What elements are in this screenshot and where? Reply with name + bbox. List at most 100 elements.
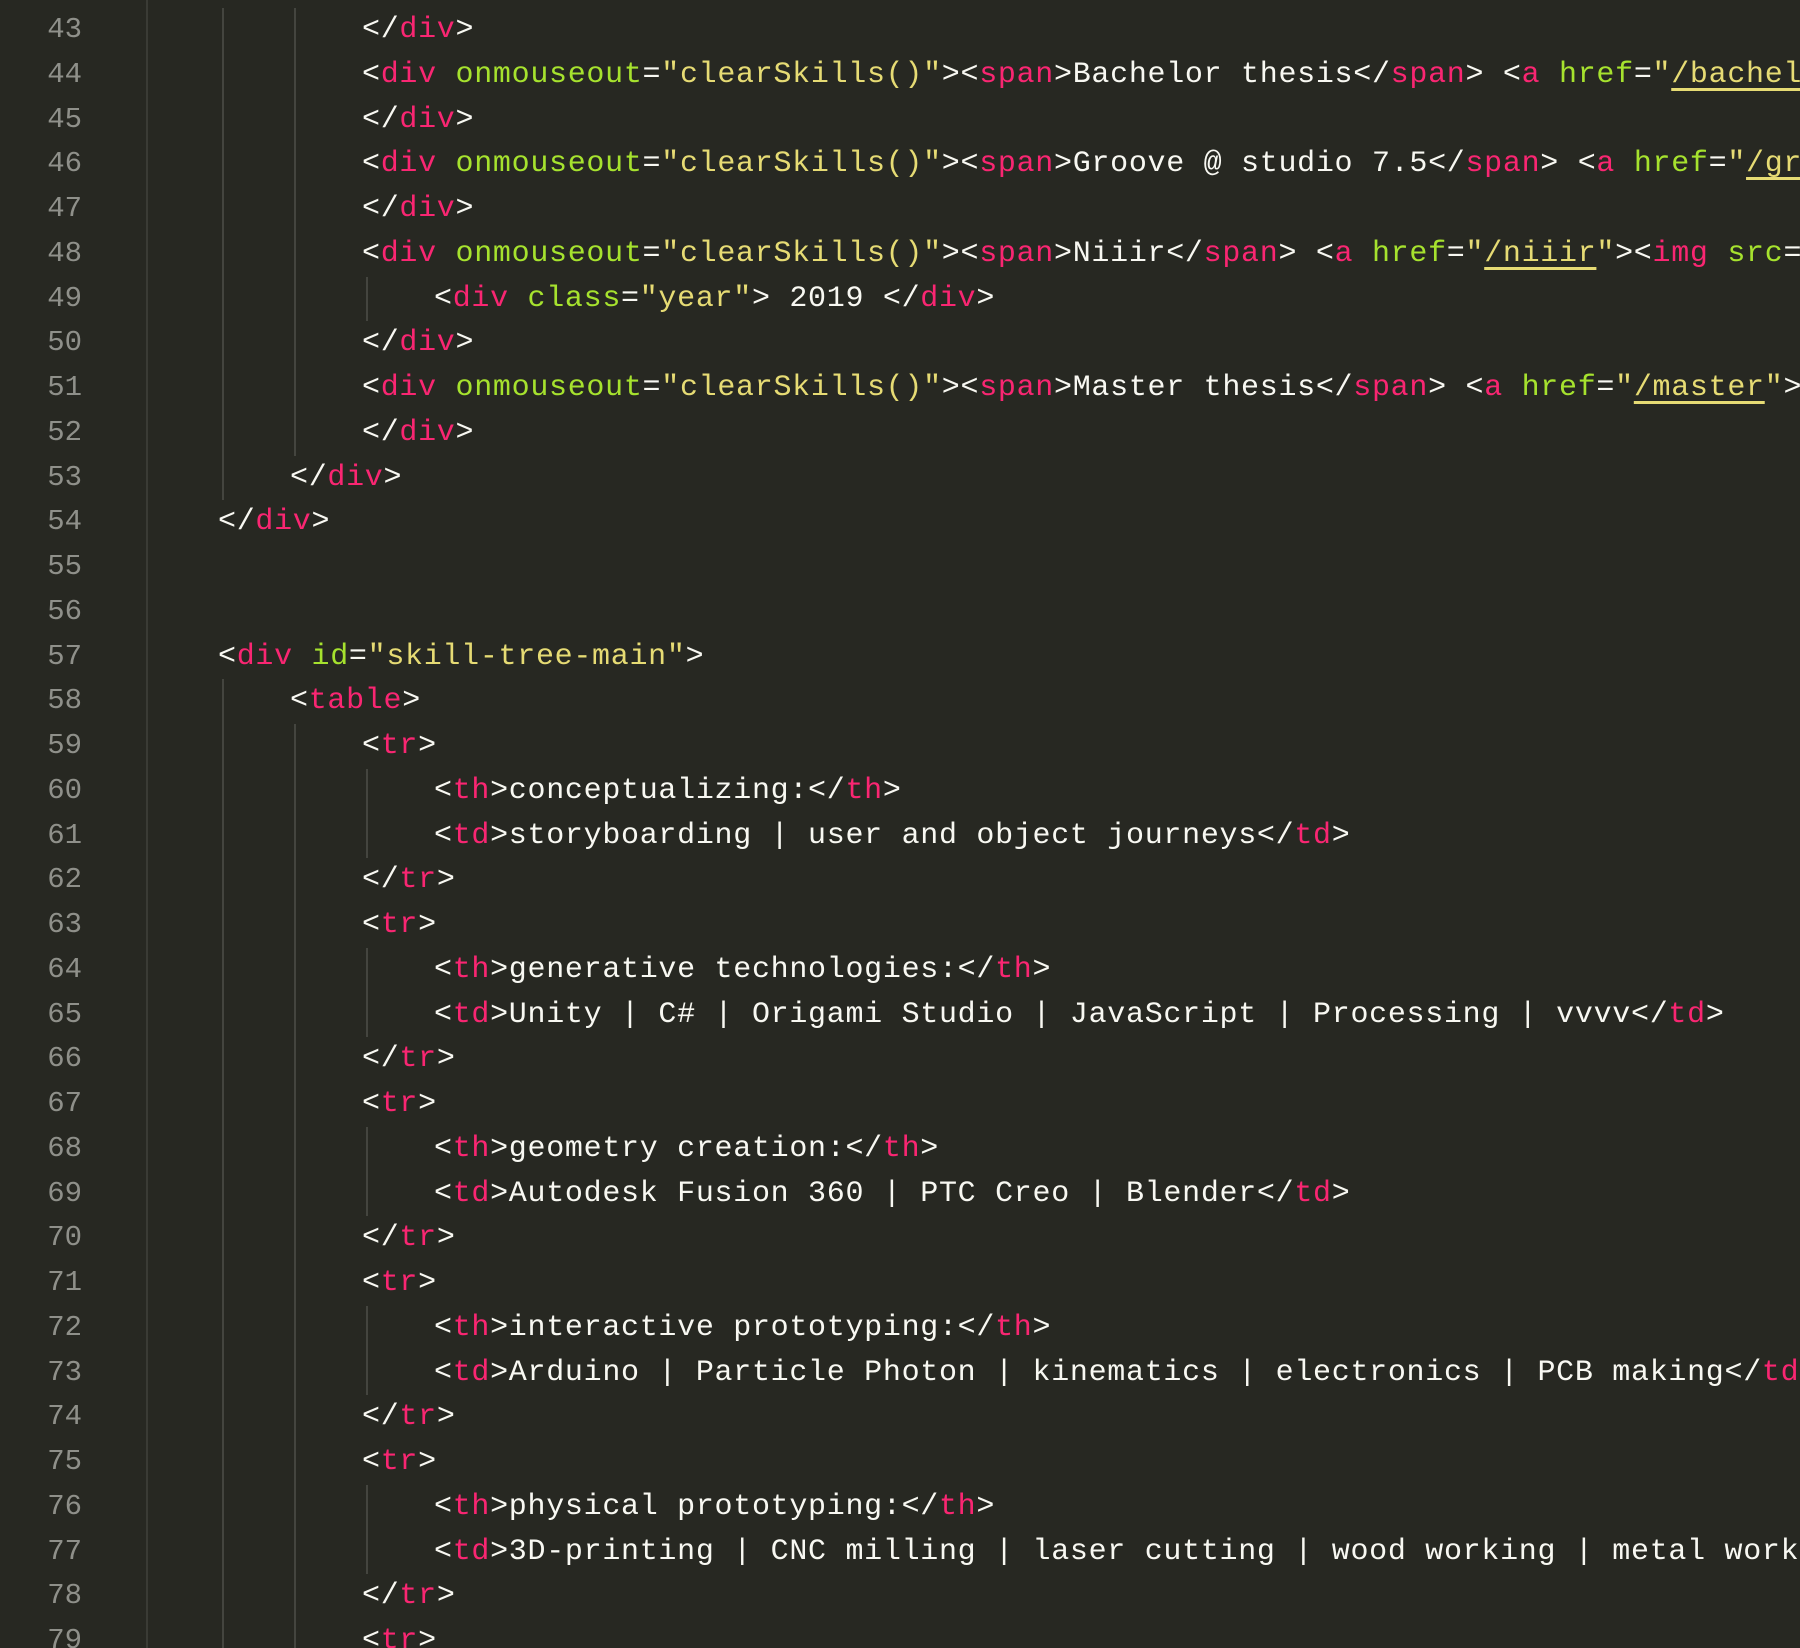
code-line[interactable]: 77 <td>3D-printing | CNC milling | laser …: [0, 1530, 1800, 1575]
token-txt: </: [362, 102, 400, 137]
token-txt: >: [436, 1579, 456, 1614]
code-line[interactable]: 56: [0, 590, 1800, 635]
token-txt: <: [362, 57, 381, 92]
code-editor[interactable]: 43 </div> 44 <div onmouseout="clearSkills()…: [0, 0, 1800, 1648]
code-line[interactable]: 59 <tr>: [0, 724, 1800, 769]
code-line[interactable]: 49 <div class="year"> 2019 </div>: [0, 277, 1800, 322]
code-line[interactable]: 72 <th>interactive prototyping:</th>: [0, 1306, 1800, 1351]
code-line[interactable]: 76 <th>physical prototyping:</th>: [0, 1485, 1800, 1530]
code-line[interactable]: 51 <div onmouseout="clearSkills()"><span>…: [0, 366, 1800, 411]
token-tag: th: [452, 1489, 491, 1524]
token-txt: <: [434, 1489, 453, 1524]
token-txt: >: [436, 1400, 456, 1435]
token-str: ": [1596, 236, 1616, 271]
token-txt: </: [362, 863, 400, 898]
code-line[interactable]: 71 <tr>: [0, 1261, 1800, 1306]
code-line[interactable]: 66 </tr>: [0, 1037, 1800, 1082]
token-tag: td: [452, 997, 491, 1032]
token-tag: td: [452, 818, 491, 853]
token-txt: >: [455, 326, 475, 361]
token-txt: =: [1708, 147, 1728, 182]
code-line[interactable]: 43 </div>: [0, 8, 1800, 53]
code-text: <tr>: [362, 903, 437, 948]
code-line[interactable]: 75 <tr>: [0, 1440, 1800, 1485]
line-number: 57: [47, 639, 82, 673]
code-line[interactable]: 67 <tr>: [0, 1082, 1800, 1127]
code-line[interactable]: 50 </div>: [0, 321, 1800, 366]
token-txt: >: [1032, 952, 1052, 987]
token-txt: =: [1596, 371, 1616, 405]
token-txt: <: [362, 1624, 381, 1648]
code-line[interactable]: 52 </div>: [0, 411, 1800, 456]
line-number: 45: [47, 102, 82, 136]
line-number: 54: [47, 505, 82, 539]
code-line[interactable]: 48 <div onmouseout="clearSkills()"><span>…: [0, 232, 1800, 277]
code-text: </div>: [290, 456, 402, 501]
token-str: ": [1727, 147, 1747, 182]
token-txt: <: [362, 147, 381, 182]
line-number: 74: [47, 1400, 82, 1434]
code-line[interactable]: 70 </tr>: [0, 1216, 1800, 1261]
token-tag: img: [1652, 236, 1709, 271]
code-text: <table>: [290, 679, 421, 724]
code-line[interactable]: 47 </div>: [0, 187, 1800, 232]
code-line[interactable]: 68 <th>geometry creation:</th>: [0, 1127, 1800, 1172]
code-text: </div>: [362, 98, 474, 143]
code-line[interactable]: 79 <tr>: [0, 1619, 1800, 1648]
token-tag: div: [380, 236, 437, 271]
code-line[interactable]: 53 </div>: [0, 456, 1800, 501]
token-tag: tr: [399, 1042, 437, 1077]
code-line[interactable]: 63 <tr>: [0, 903, 1800, 948]
token-txt: =: [642, 147, 662, 182]
code-line[interactable]: 65 <td>Unity | C# | Origami Studio | Java…: [0, 993, 1800, 1038]
code-line[interactable]: 78 </tr>: [0, 1574, 1800, 1619]
code-line[interactable]: 54 </div>: [0, 500, 1800, 545]
line-number: 75: [47, 1445, 82, 1478]
token-txt: >: [418, 1266, 437, 1300]
token-tag: div: [399, 192, 456, 226]
code-line[interactable]: 69 <td>Autodesk Fusion 360 | PTC Creo | B…: [0, 1172, 1800, 1217]
code-line[interactable]: 64 <th>generative technologies:</th>: [0, 948, 1800, 993]
code-line[interactable]: 46 <div onmouseout="clearSkills()"><span>…: [0, 142, 1800, 187]
token-attr: onmouseout: [455, 236, 643, 271]
token-txt: >geometry creation:</: [490, 1131, 883, 1166]
token-txt: </: [218, 505, 256, 540]
token-tag: span: [979, 236, 1055, 271]
line-number: 66: [47, 1042, 82, 1076]
code-text: </div>: [362, 8, 474, 53]
code-line[interactable]: 61 <td>storyboarding | user and object jo…: [0, 814, 1800, 859]
code-text: </div>: [362, 187, 474, 232]
token-link: /groov: [1746, 147, 1800, 182]
token-tag: tr: [380, 1624, 419, 1648]
code-line[interactable]: 57 <div id="skill-tree-main">: [0, 635, 1800, 680]
code-line[interactable]: 58 <table>: [0, 679, 1800, 724]
code-line[interactable]: 55: [0, 545, 1800, 590]
code-line[interactable]: 60 <th>conceptualizing:</th>: [0, 769, 1800, 814]
token-txt: >Autodesk Fusion 360 | PTC Creo | Blende…: [490, 1176, 1295, 1211]
code-text: <tr>: [362, 1440, 437, 1485]
token-attr: src: [1727, 236, 1784, 271]
token-txt: <: [434, 997, 453, 1032]
token-txt: >: [418, 1087, 437, 1121]
token-txt: >: [418, 908, 437, 942]
token-txt: ><: [941, 371, 980, 405]
code-line[interactable]: 74 </tr>: [0, 1395, 1800, 1440]
token-tag: div: [380, 57, 437, 92]
code-line[interactable]: 45 </div>: [0, 98, 1800, 143]
line-number: 69: [47, 1176, 82, 1210]
token-txt: > 2019 </: [751, 281, 921, 316]
token-txt: </: [362, 192, 400, 226]
token-txt: >: [455, 415, 475, 450]
token-tag: div: [399, 326, 456, 361]
code-line[interactable]: 62 </tr>: [0, 858, 1800, 903]
code-line[interactable]: 73 <td>Arduino | Particle Photon | kinema…: [0, 1351, 1800, 1396]
token-str: ": [1764, 371, 1784, 405]
token-txt: =: [1783, 236, 1800, 271]
token-tag: span: [1390, 57, 1466, 92]
token-tag: td: [452, 1534, 491, 1569]
code-line[interactable]: 44 <div onmouseout="clearSkills()"><span>…: [0, 53, 1800, 98]
token-txt: >: [455, 13, 475, 47]
